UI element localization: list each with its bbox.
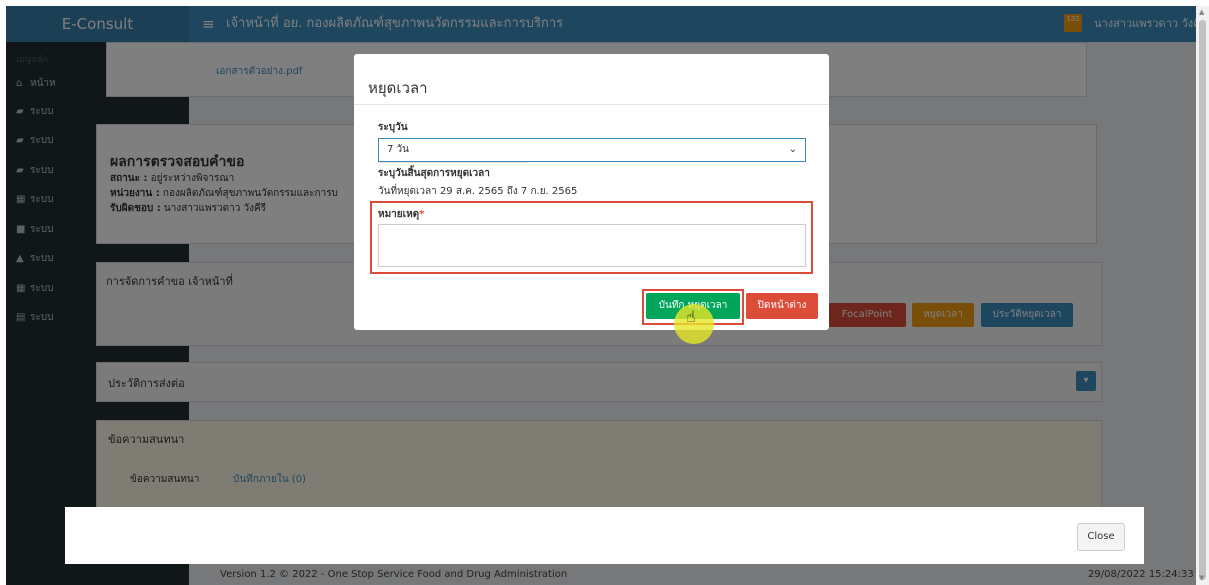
dialog-divider — [354, 104, 829, 105]
close-button[interactable]: Close — [1077, 523, 1125, 551]
divider — [378, 162, 528, 163]
page-scrollbar[interactable]: ▲ ▼ — [1196, 6, 1209, 585]
pause-time-dialog: หยุดเวลา ระบุวัน 7 วัน ⌄ ระบุวันสิ้นสุดก… — [354, 54, 829, 330]
reason-textarea[interactable] — [378, 224, 806, 267]
scroll-down-icon[interactable]: ▼ — [1199, 574, 1204, 582]
period-select[interactable]: 7 วัน ⌄ — [378, 138, 806, 162]
close-window-button[interactable]: ปิดหน้าต่าง — [746, 293, 818, 319]
reason-label: หมายเหตุ* — [378, 209, 425, 220]
outer-modal-footer — [65, 507, 1144, 564]
end-date-label: ระบุวันสิ้นสุดการหยุดเวลา — [378, 168, 490, 179]
scroll-up-icon[interactable]: ▲ — [1199, 8, 1204, 16]
chevron-down-icon: ⌄ — [788, 144, 797, 155]
scrollbar-thumb[interactable] — [1199, 20, 1206, 580]
dialog-title: หยุดเวลา — [368, 79, 428, 97]
hand-cursor-icon: ☝ — [686, 307, 696, 326]
screen: E-Consult ≡ เจ้าหน้าที่ อย. กองผลิตภัณฑ์… — [0, 0, 1209, 585]
pause-range-text: วันที่หยุดเวลา 29 ส.ค. 2565 ถึง 7 ก.ย. 2… — [378, 186, 578, 197]
period-label: ระบุวัน — [378, 122, 408, 133]
